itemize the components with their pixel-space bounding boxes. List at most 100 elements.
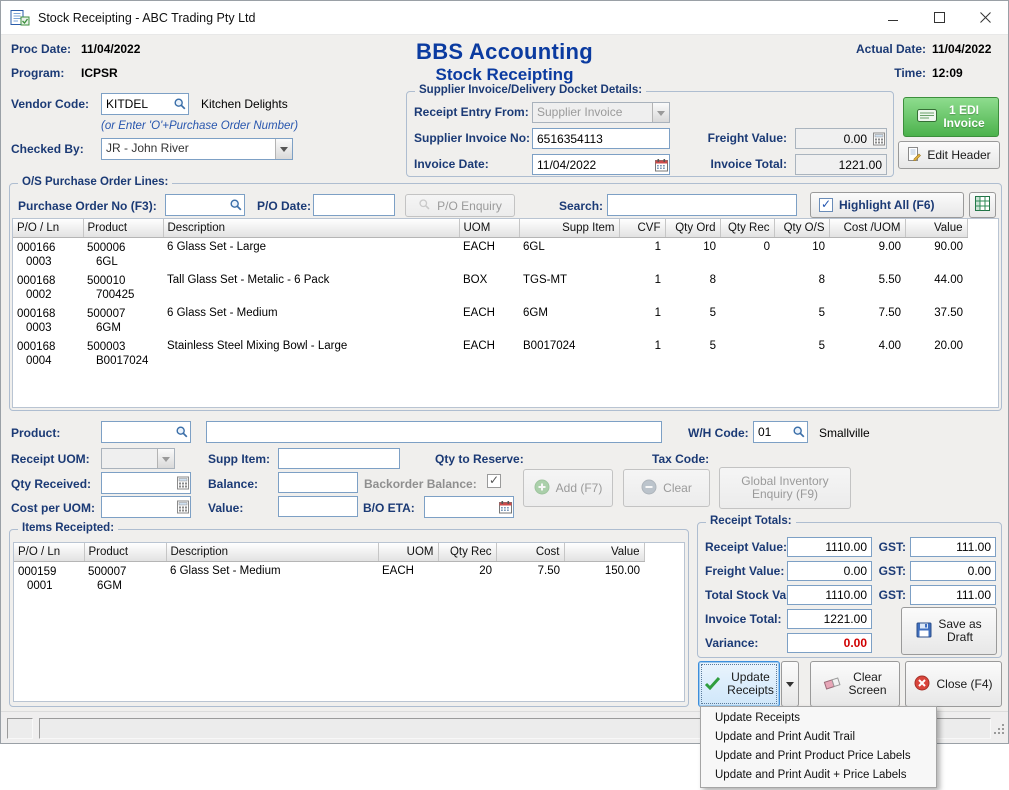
maximize-button[interactable] (916, 1, 962, 34)
close-window-button[interactable] (962, 1, 1008, 34)
cell-qty-rec: 0 (720, 237, 774, 271)
check-icon (704, 676, 721, 693)
invoice-total-sum-input[interactable] (787, 609, 872, 629)
checked-by-select[interactable]: JR - John River (101, 138, 293, 160)
supplier-invoice-no-field (532, 128, 670, 149)
tax-code-label: Tax Code: (652, 452, 709, 466)
freight-total-input[interactable] (787, 561, 872, 581)
close-form-button[interactable]: Close (F4) (905, 661, 1002, 707)
items-receipted-groupbox: Items Receipted: P/O / LnProductDescript… (9, 529, 689, 707)
freight-gst-input[interactable] (910, 561, 996, 581)
clear-label: Clear (663, 481, 692, 495)
edit-header-button[interactable]: Edit Header (898, 141, 1000, 169)
receipt-uom-select[interactable] (101, 448, 175, 469)
update-receipts-button[interactable]: Update Receipts (698, 661, 780, 707)
value-input[interactable] (278, 496, 358, 517)
context-menu-item[interactable]: Update and Print Audit Trail (701, 728, 936, 747)
minus-circle-icon (641, 479, 657, 498)
calendar-icon[interactable] (655, 158, 668, 171)
receipt-gst-field (910, 537, 996, 557)
receipt-value-input[interactable] (787, 537, 872, 557)
supplier-invoice-groupbox: Supplier Invoice/Delivery Docket Details… (406, 91, 894, 177)
po-table-header-row: P/O / LnProductDescriptionUOMSupp ItemCV… (13, 219, 998, 237)
edit-header-label: Edit Header (927, 148, 990, 162)
resize-grip[interactable] (993, 723, 1006, 741)
wh-name: Smallville (819, 426, 870, 440)
magnifier-icon[interactable] (175, 425, 189, 439)
chevron-down-icon (275, 139, 292, 159)
variance-label: Variance: (705, 636, 758, 650)
global-inventory-enquiry-button[interactable]: Global Inventory Enquiry (F9) (719, 467, 851, 509)
receipt-entry-from-select[interactable]: Supplier Invoice (532, 102, 670, 123)
cell-qty-ord: 8 (665, 271, 720, 304)
calendar-icon[interactable] (499, 501, 512, 514)
wh-code-field (753, 421, 808, 443)
supp-item-input[interactable] (278, 448, 400, 469)
cell-value: 150.00 (564, 561, 644, 595)
po-enquiry-label: P/O Enquiry (437, 199, 502, 213)
cell-qty-rec (720, 337, 774, 370)
receipt-gst-input[interactable] (910, 537, 996, 557)
supp-item-label: Supp Item: (208, 452, 270, 466)
bo-eta-field (424, 496, 514, 518)
column-header: Description (163, 219, 459, 237)
magnifier-icon[interactable] (229, 198, 243, 212)
clear-button[interactable]: Clear (623, 469, 710, 507)
items-receipted-table-container: P/O / LnProductDescriptionUOMQty RecCost… (13, 542, 685, 702)
chevron-down-icon (786, 682, 794, 691)
add-button[interactable]: Add (F7) (523, 469, 613, 507)
balance-input[interactable] (278, 472, 358, 493)
receipt-entry-from-label: Receipt Entry From: (414, 105, 529, 119)
po-line-row[interactable]: 0001680003 5000076GM 6 Glass Set - Mediu… (13, 304, 998, 337)
edi-invoice-button[interactable]: 1 EDI Invoice (903, 97, 999, 137)
invoice-date-input[interactable] (532, 154, 670, 175)
cell-uom: EACH (459, 237, 519, 271)
variance-input[interactable] (787, 633, 872, 653)
column-header: Value (564, 543, 644, 561)
product-label: Product: (11, 426, 60, 440)
magnifier-icon[interactable] (173, 97, 187, 111)
export-spreadsheet-button[interactable] (969, 192, 996, 218)
qty-to-reserve-label: Qty to Reserve: (435, 452, 524, 466)
magnifier-icon[interactable] (792, 425, 806, 439)
purchase-order-no-label: Purchase Order No (F3): (18, 199, 157, 213)
cell-qty-ord: 10 (665, 237, 720, 271)
cell-po-ln: 0001680002 (13, 271, 83, 304)
cell-value: 90.00 (905, 237, 967, 271)
save-as-draft-button[interactable]: Save as Draft (901, 607, 997, 655)
po-line-row[interactable]: 0001680004 500003B0017024 Stainless Stee… (13, 337, 998, 370)
column-header: UOM (459, 219, 519, 237)
total-stock-gst-input[interactable] (910, 585, 996, 605)
vendor-code-field (101, 93, 189, 115)
cell-cost: 7.50 (496, 561, 564, 595)
invoice-total-input[interactable] (795, 154, 887, 175)
supplier-invoice-no-input[interactable] (532, 128, 670, 149)
update-receipts-dropdown-button[interactable] (781, 661, 799, 707)
cell-qty-rec: 20 (438, 561, 496, 595)
po-enquiry-button[interactable]: P/O Enquiry (405, 194, 515, 217)
highlight-all-button[interactable]: Highlight All (F6) (810, 192, 964, 218)
product-description-input[interactable] (206, 421, 662, 443)
invoice-total-field (795, 154, 887, 175)
cell-qty-os: 5 (774, 337, 829, 370)
receipt-totals-groupbox: Receipt Totals: Receipt Value: GST: Frei… (697, 522, 1002, 658)
context-menu-item[interactable]: Update and Print Product Price Labels (701, 747, 936, 766)
cell-qty-ord: 5 (665, 304, 720, 337)
po-line-row[interactable]: 0001660003 5000066GL 6 Glass Set - Large… (13, 237, 998, 271)
search-label: Search: (559, 199, 603, 213)
context-menu-item[interactable]: Update Receipts (701, 709, 936, 728)
receipted-item-row[interactable]: 0001590001 5000076GM 6 Glass Set - Mediu… (14, 561, 684, 595)
po-date-input[interactable] (313, 194, 395, 216)
invoice-date-label: Invoice Date: (414, 157, 489, 171)
context-menu-item[interactable]: Update and Print Audit + Price Labels (701, 766, 936, 785)
total-stock-label: Total Stock Val: (705, 588, 793, 602)
column-header: Description (166, 543, 378, 561)
backorder-balance-checkbox[interactable] (487, 474, 501, 488)
minimize-button[interactable] (870, 1, 916, 34)
highlight-all-checkbox[interactable] (819, 198, 833, 212)
total-stock-input[interactable] (787, 585, 872, 605)
search-input[interactable] (607, 194, 797, 216)
po-line-row[interactable]: 0001680002 500010700425 Tall Glass Set -… (13, 271, 998, 304)
clear-screen-button[interactable]: Clear Screen (810, 661, 900, 707)
total-stock-field (787, 585, 872, 605)
